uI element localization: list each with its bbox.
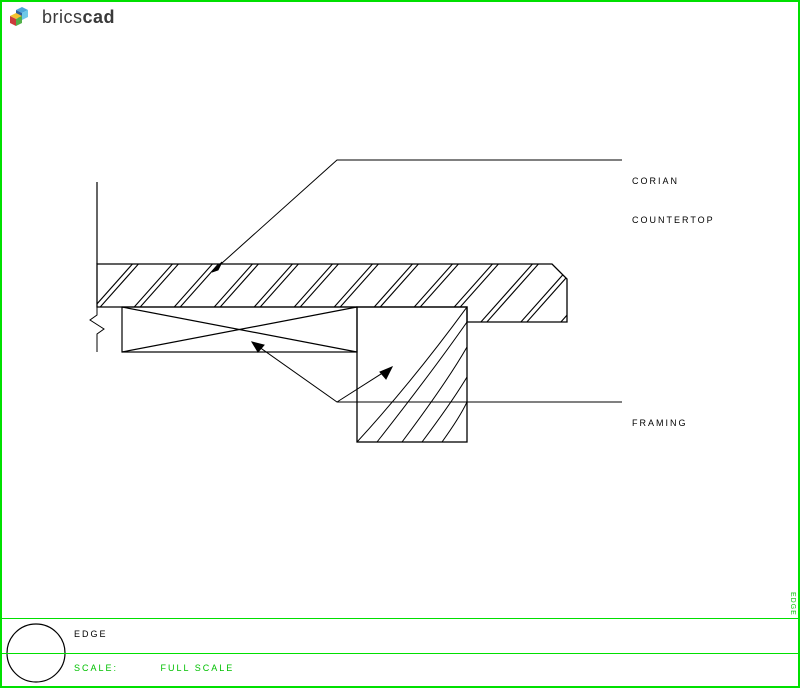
corian-slab bbox=[72, 242, 638, 332]
app-frame: bricscad bbox=[0, 0, 800, 688]
scale-value: FULL SCALE bbox=[161, 663, 235, 673]
label-corian: CORIAN COUNTERTOP bbox=[632, 152, 715, 231]
logo-text: bricscad bbox=[42, 7, 115, 28]
drawing-title: EDGE bbox=[74, 629, 108, 639]
framing-block bbox=[357, 307, 467, 442]
brand-prefix: brics bbox=[42, 7, 83, 27]
app-logo: bricscad bbox=[10, 6, 115, 28]
label-corian-l2: COUNTERTOP bbox=[632, 215, 715, 225]
substrate-panel bbox=[122, 307, 357, 352]
titleblock-divider bbox=[2, 653, 798, 654]
logo-mark-icon bbox=[10, 6, 38, 28]
break-line bbox=[90, 307, 104, 352]
drawing-canvas: CORIAN COUNTERTOP FRAMING bbox=[2, 32, 798, 616]
drawing-scale: SCALE: FULL SCALE bbox=[74, 663, 234, 673]
title-block: EDGE SCALE: FULL SCALE bbox=[2, 618, 798, 686]
cad-drawing bbox=[2, 32, 798, 618]
label-framing: FRAMING bbox=[632, 394, 688, 434]
label-corian-l1: CORIAN bbox=[632, 176, 679, 186]
brand-suffix: cad bbox=[83, 7, 116, 27]
leader-corian bbox=[212, 160, 622, 272]
side-label: EDGE bbox=[789, 592, 796, 616]
scale-label: SCALE: bbox=[74, 663, 118, 673]
